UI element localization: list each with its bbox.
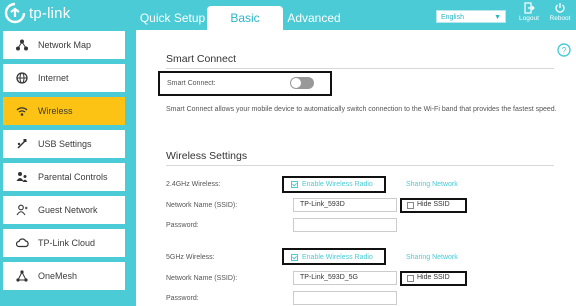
- chevron-down-icon: ▼: [494, 14, 501, 21]
- sidebar-item-usb-settings[interactable]: USB Settings: [3, 130, 125, 158]
- band-24-label: 2.4GHz Wireless:: [166, 181, 221, 188]
- band-24-hide-ssid-label: Hide SSID: [417, 201, 450, 208]
- sidebar-item-label: OneMesh: [38, 271, 78, 281]
- smart-connect-label: Smart Connect:: [167, 80, 216, 87]
- sidebar-item-label: Network Map: [38, 40, 92, 50]
- wireless-settings-title: Wireless Settings: [166, 150, 248, 162]
- sidebar-item-internet[interactable]: Internet: [3, 64, 125, 92]
- band-5-password-input[interactable]: [293, 291, 397, 305]
- globe-icon: [15, 71, 29, 85]
- band-5-ssid-input[interactable]: TP-Link_593D_5G: [293, 271, 397, 285]
- band-24-enable-checkbox[interactable]: [291, 181, 298, 188]
- logo-text: tp-link: [29, 4, 71, 22]
- wifi-icon: [15, 104, 29, 118]
- svg-text:?: ?: [561, 45, 566, 55]
- smart-connect-toggle[interactable]: [290, 77, 314, 89]
- band-5-sharing-network-link[interactable]: Sharing Network: [406, 254, 458, 261]
- sidebar-item-label: Wireless: [38, 106, 73, 116]
- smart-connect-description: Smart Connect allows your mobile device …: [166, 106, 557, 113]
- section-divider: [166, 68, 554, 69]
- band-5-password-label: Password:: [166, 295, 199, 302]
- tab-advanced[interactable]: Advanced: [283, 6, 345, 30]
- router-admin-page: tp-link Quick Setup Basic Advanced Engli…: [0, 0, 576, 306]
- language-select[interactable]: English ▼: [436, 10, 506, 23]
- band-24-enable-label: Enable Wireless Radio: [302, 181, 373, 188]
- parental-controls-icon: [15, 170, 29, 184]
- tp-link-logo-icon: [4, 2, 26, 24]
- logout-button[interactable]: Logout: [515, 2, 543, 22]
- cloud-icon: [15, 236, 29, 250]
- sidebar-item-guest-network[interactable]: Guest Network: [3, 196, 125, 224]
- guest-icon: [15, 203, 29, 217]
- band-5-hide-ssid-label: Hide SSID: [417, 274, 450, 281]
- band-24-hide-ssid-checkbox[interactable]: [407, 202, 414, 209]
- sidebar-item-tp-link-cloud[interactable]: TP-Link Cloud: [3, 229, 125, 257]
- band-5-label: 5GHz Wireless:: [166, 254, 215, 261]
- reboot-icon: [555, 3, 565, 13]
- band-24-ssid-label: Network Name (SSID):: [166, 202, 238, 209]
- help-icon[interactable]: ?: [557, 43, 571, 57]
- band-5-hide-ssid-checkbox[interactable]: [407, 275, 414, 282]
- sidebar-item-label: Internet: [38, 73, 69, 83]
- toggle-knob: [291, 78, 301, 88]
- band-5-ssid-label: Network Name (SSID):: [166, 275, 238, 282]
- sidebar: Network Map Internet Wireless USB Settin…: [0, 30, 136, 306]
- tab-basic[interactable]: Basic: [207, 6, 283, 30]
- smart-connect-title: Smart Connect: [166, 53, 237, 65]
- section-divider: [166, 165, 554, 166]
- usb-icon: [15, 137, 29, 151]
- logout-label: Logout: [519, 15, 539, 22]
- band-5-enable-label: Enable Wireless Radio: [302, 254, 373, 261]
- tp-link-logo: tp-link: [4, 2, 70, 24]
- onemesh-icon: [15, 269, 29, 283]
- language-selected-value: English: [441, 14, 464, 21]
- reboot-button[interactable]: Reboot: [546, 2, 574, 22]
- sidebar-item-parental-controls[interactable]: Parental Controls: [3, 163, 125, 191]
- sidebar-item-wireless[interactable]: Wireless: [3, 97, 125, 125]
- sidebar-item-label: TP-Link Cloud: [38, 238, 96, 248]
- main-tabs: Quick Setup Basic Advanced: [138, 6, 345, 30]
- band-24-sharing-network-link[interactable]: Sharing Network: [406, 181, 458, 188]
- reboot-label: Reboot: [549, 15, 571, 22]
- tab-quick-setup[interactable]: Quick Setup: [138, 6, 207, 30]
- logout-icon: [524, 2, 535, 14]
- top-header: tp-link Quick Setup Basic Advanced Engli…: [0, 0, 576, 30]
- band-24-password-input[interactable]: [293, 218, 397, 232]
- band-24-ssid-input[interactable]: TP-Link_593D: [293, 198, 397, 212]
- sidebar-item-network-map[interactable]: Network Map: [3, 31, 125, 59]
- network-map-icon: [15, 38, 29, 52]
- main-content: ? Smart Connect Smart Connect: Smart Con…: [136, 30, 576, 306]
- band-5-enable-checkbox[interactable]: [291, 254, 298, 261]
- sidebar-item-label: Parental Controls: [38, 172, 108, 182]
- sidebar-item-onemesh[interactable]: OneMesh: [3, 262, 125, 290]
- band-24-password-label: Password:: [166, 222, 199, 229]
- sidebar-item-label: USB Settings: [38, 139, 92, 149]
- sidebar-item-label: Guest Network: [38, 205, 98, 215]
